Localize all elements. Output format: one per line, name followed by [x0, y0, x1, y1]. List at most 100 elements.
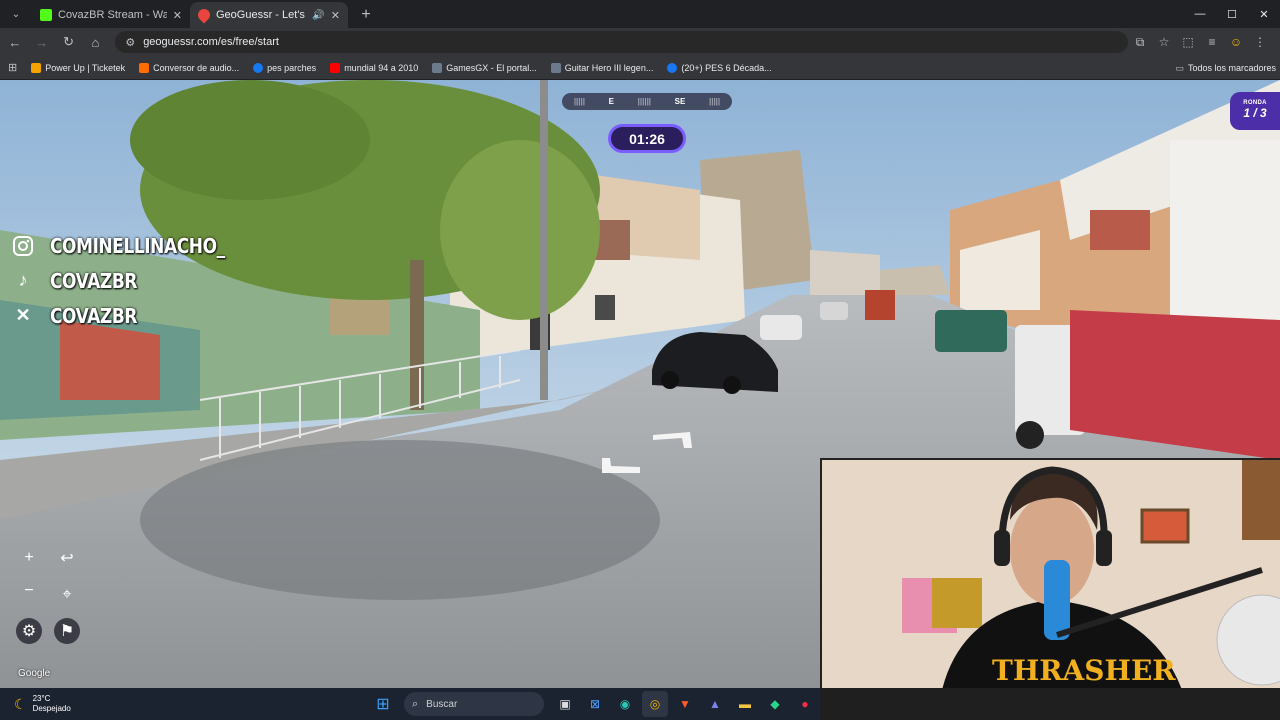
- x-handle: COVAZBR: [50, 303, 138, 328]
- compass-southeast: SE: [674, 97, 686, 106]
- zoom-in-button[interactable]: +: [16, 545, 42, 571]
- bookmark-item[interactable]: pes parches: [253, 62, 317, 73]
- bookmark-star-icon[interactable]: ☆: [1152, 30, 1176, 54]
- all-bookmarks[interactable]: ▭ Todos los marcadores: [1175, 56, 1276, 80]
- round-badge: RONDA 1 / 3: [1230, 92, 1280, 130]
- teams-icon[interactable]: ▲: [702, 691, 728, 717]
- media-control-icon[interactable]: ≡: [1200, 30, 1224, 54]
- moon-weather-icon: ☾: [14, 696, 27, 712]
- close-tab-icon[interactable]: ✕: [173, 9, 182, 22]
- weather-widget[interactable]: ☾ 23°C Despejado: [14, 694, 71, 714]
- store-icon[interactable]: ⊠: [582, 691, 608, 717]
- bookmark-label: pes parches: [267, 62, 317, 73]
- address-bar[interactable]: ⚙ geoguessr.com/es/free/start: [115, 31, 1128, 53]
- settings-gear-icon[interactable]: ⚙: [16, 618, 42, 644]
- windows-start-icon[interactable]: ⊞: [370, 691, 396, 717]
- bookmark-item[interactable]: GamesGX - El portal...: [432, 62, 537, 73]
- close-window-icon[interactable]: ✕: [1248, 0, 1280, 28]
- round-timer: 01:26: [608, 124, 686, 153]
- return-to-start-icon[interactable]: ⌖: [54, 582, 80, 608]
- bookmark-item[interactable]: (20+) PES 6 Década...: [667, 62, 772, 73]
- close-tab-icon[interactable]: ✕: [331, 9, 340, 22]
- profile-avatar-icon[interactable]: ☺: [1224, 30, 1248, 54]
- toolbar-icons: ⧉ ☆ ⬚ ≡ ☺ ⋮: [1128, 30, 1272, 54]
- windows-taskbar: ☾ 23°C Despejado ⊞ ⌕ Buscar ▣ ⊠ ◉ ◎ ▼ ▲ ▬…: [0, 688, 820, 720]
- site-info-icon[interactable]: ⚙: [125, 36, 135, 49]
- instagram-handle: COMINELLINACHO_: [50, 233, 225, 258]
- url-text: geoguessr.com/es/free/start: [143, 36, 279, 48]
- tab-bar: ⌄ CovazBR Stream - Watch Live o ✕ GeoGue…: [0, 0, 1280, 28]
- flag-icon[interactable]: ⚑: [54, 618, 80, 644]
- search-placeholder: Buscar: [426, 698, 458, 710]
- bookmarks-bar: ⊞ Power Up | Ticketek Conversor de audio…: [0, 56, 1280, 80]
- bookmark-label: Power Up | Ticketek: [45, 62, 126, 73]
- bookmark-label: (20+) PES 6 Década...: [681, 62, 772, 73]
- bookmark-label: Conversor de audio...: [153, 62, 240, 73]
- street-view-panorama[interactable]: ||||| E |||||| SE ||||| 01:26 RONDA 1 / …: [0, 80, 1280, 688]
- compass-bar[interactable]: ||||| E |||||| SE |||||: [562, 93, 732, 110]
- bookmark-label: GamesGX - El portal...: [446, 62, 537, 73]
- browser-toolbar: ← → ↻ ⌂ ⚙ geoguessr.com/es/free/start ⧉ …: [0, 28, 1280, 56]
- weather-condition: Despejado: [32, 704, 71, 713]
- bookmark-favicon: [139, 62, 150, 73]
- x-icon: ✕: [15, 305, 31, 325]
- bookmark-item[interactable]: Power Up | Ticketek: [31, 62, 126, 73]
- tab-covazbr-stream[interactable]: CovazBR Stream - Watch Live o ✕: [32, 2, 190, 28]
- all-bookmarks-label: Todos los marcadores: [1187, 63, 1276, 73]
- chrome-icon[interactable]: ◎: [642, 691, 668, 717]
- file-explorer-icon[interactable]: ▬: [732, 691, 758, 717]
- bookmark-favicon: [432, 62, 443, 73]
- tiktok-icon: ♪: [18, 270, 28, 290]
- back-arrow-icon[interactable]: ←: [3, 30, 27, 54]
- bookmark-label: Guitar Hero III legen...: [564, 62, 654, 73]
- social-instagram: COMINELLINACHO_: [8, 228, 256, 263]
- home-icon[interactable]: ⌂: [83, 30, 107, 54]
- brave-icon[interactable]: ▼: [672, 691, 698, 717]
- taskbar-search[interactable]: ⌕ Buscar: [404, 692, 544, 716]
- round-value: 1 / 3: [1243, 106, 1267, 120]
- bookmark-item[interactable]: mundial 94 a 2010: [330, 62, 419, 73]
- social-overlay: COMINELLINACHO_ ♪ COVAZBR ✕ COVAZBR: [8, 228, 256, 333]
- youtube-icon: [330, 62, 341, 73]
- tiktok-handle: COVAZBR: [50, 268, 138, 293]
- streamer-webcam: THRASHER: [822, 460, 1280, 688]
- app-icon[interactable]: ◆: [762, 691, 788, 717]
- extensions-icon[interactable]: ⬚: [1176, 30, 1200, 54]
- menu-dots-icon[interactable]: ⋮: [1248, 30, 1272, 54]
- record-app-icon[interactable]: ●: [792, 691, 818, 717]
- forward-arrow-icon[interactable]: →: [30, 30, 54, 54]
- new-tab-button[interactable]: +: [354, 3, 378, 27]
- weather-temperature: 23°C: [32, 694, 51, 703]
- minimize-icon[interactable]: —: [1184, 0, 1216, 28]
- social-tiktok: ♪ COVAZBR: [8, 263, 256, 298]
- tab-search-chevron-icon[interactable]: ⌄: [4, 2, 28, 26]
- search-icon: ⌕: [412, 697, 419, 710]
- tab-geoguessr[interactable]: GeoGuessr - Let's explore t 🔊 ✕: [190, 2, 348, 28]
- instagram-icon: [8, 231, 38, 261]
- apps-grid-icon[interactable]: ⊞: [8, 61, 17, 74]
- tab-title: CovazBR Stream - Watch Live o: [58, 9, 167, 21]
- bookmark-item[interactable]: Guitar Hero III legen...: [550, 62, 654, 73]
- facebook-icon: [253, 62, 264, 73]
- geoguessr-icon: [195, 6, 213, 24]
- google-attribution: Google: [18, 668, 51, 679]
- facebook-icon: [667, 62, 678, 73]
- shirt-logo: THRASHER: [992, 654, 1176, 687]
- zoom-out-button[interactable]: −: [16, 578, 42, 604]
- taskbar-apps: ⊞ ⌕ Buscar ▣ ⊠ ◉ ◎ ▼ ▲ ▬ ◆ ●: [368, 688, 820, 720]
- maximize-icon[interactable]: ☐: [1216, 0, 1248, 28]
- window-controls: — ☐ ✕: [1184, 0, 1280, 28]
- folder-icon: ▭: [1175, 62, 1184, 73]
- bookmark-favicon: [31, 62, 42, 73]
- edge-icon[interactable]: ◉: [612, 691, 638, 717]
- bookmark-label: mundial 94 a 2010: [344, 62, 419, 73]
- audio-playing-icon[interactable]: 🔊: [312, 10, 324, 21]
- webcam-overlay: THRASHER: [820, 458, 1280, 688]
- tab-title: GeoGuessr - Let's explore t: [216, 9, 308, 21]
- undo-move-button[interactable]: ↩: [54, 545, 80, 571]
- reload-icon[interactable]: ↻: [57, 30, 81, 54]
- install-app-icon[interactable]: ⧉: [1128, 30, 1152, 54]
- bookmark-item[interactable]: Conversor de audio...: [139, 62, 240, 73]
- task-view-icon[interactable]: ▣: [552, 691, 578, 717]
- social-x: ✕ COVAZBR: [8, 298, 256, 333]
